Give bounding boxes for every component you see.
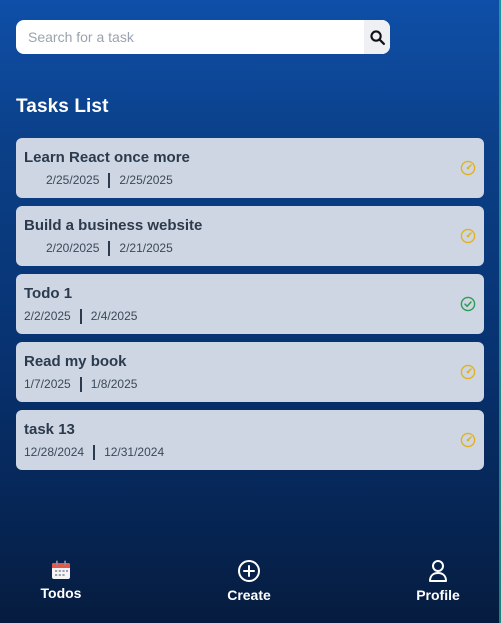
nav-item-create[interactable]: Create [222, 559, 276, 603]
task-title: task 13 [24, 421, 75, 438]
search-bar [16, 20, 390, 54]
speedometer-icon [460, 364, 476, 380]
speedometer-icon [460, 228, 476, 244]
task-card[interactable]: Read my book 1/7/2025 1/8/2025 [16, 342, 484, 402]
search-button[interactable] [364, 20, 390, 54]
task-card[interactable]: Learn React once more 2/25/2025 2/25/202… [16, 138, 484, 198]
plus-circle-icon [238, 560, 260, 582]
nav-label-profile: Profile [416, 587, 460, 603]
search-icon [369, 29, 385, 45]
task-dates: 1/7/2025 1/8/2025 [24, 376, 484, 392]
task-start-date: 12/28/2024 [24, 445, 85, 459]
search-input[interactable] [16, 20, 364, 54]
task-start-date: 2/2/2025 [24, 309, 71, 323]
task-title: Build a business website [24, 217, 203, 234]
date-separator [79, 376, 82, 392]
task-card[interactable]: Todo 1 2/2/2025 2/4/2025 [16, 274, 484, 334]
task-title: Learn React once more [24, 149, 190, 166]
nav-label-create: Create [227, 587, 271, 603]
speedometer-icon [460, 160, 476, 176]
task-title: Read my book [24, 353, 127, 370]
nav-label-todos: Todos [40, 585, 82, 601]
task-start-date: 2/25/2025 [46, 173, 100, 187]
task-dates: 2/2/2025 2/4/2025 [24, 308, 484, 324]
task-start-date: 1/7/2025 [24, 377, 71, 391]
task-title: Todo 1 [24, 285, 73, 302]
task-end-date: 1/8/2025 [90, 377, 138, 391]
nav-item-todos[interactable]: Todos [36, 559, 86, 601]
page-title: Tasks List [16, 96, 109, 117]
task-end-date: 2/25/2025 [119, 173, 173, 187]
calendar-icon [52, 560, 70, 579]
task-start-date: 2/20/2025 [46, 241, 100, 255]
task-dates: 12/28/2024 12/31/2024 [24, 444, 484, 460]
speedometer-icon [460, 432, 476, 448]
task-dates: 2/25/2025 2/25/2025 [24, 172, 484, 188]
task-end-date: 2/4/2025 [90, 309, 138, 323]
bottom-nav: Todos Create Profile [0, 543, 501, 623]
user-icon [429, 560, 447, 582]
check-circle-icon [460, 296, 476, 312]
date-separator [108, 172, 111, 188]
task-list: Learn React once more 2/25/2025 2/25/202… [16, 138, 484, 478]
task-end-date: 12/31/2024 [104, 445, 165, 459]
date-separator [108, 240, 111, 256]
task-end-date: 2/21/2025 [119, 241, 173, 255]
date-separator [79, 308, 82, 324]
task-dates: 2/20/2025 2/21/2025 [24, 240, 484, 256]
task-card[interactable]: Build a business website 2/20/2025 2/21/… [16, 206, 484, 266]
nav-item-profile[interactable]: Profile [412, 559, 464, 603]
task-card[interactable]: task 13 12/28/2024 12/31/2024 [16, 410, 484, 470]
date-separator [93, 444, 96, 460]
